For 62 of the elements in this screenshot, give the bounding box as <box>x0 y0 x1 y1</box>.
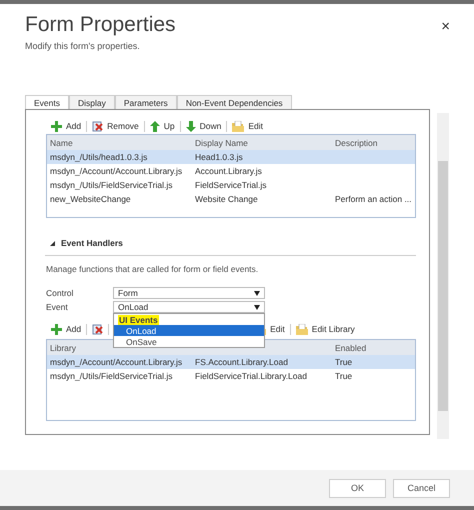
table-cell-text: Perform an action ... <box>334 194 413 204</box>
column-header[interactable]: Description <box>332 138 415 148</box>
table-row[interactable]: msdyn_/Utils/FieldServiceTrial.js FieldServiceTrial.Library.Load True <box>47 369 415 383</box>
table-row[interactable]: new_WebsiteChange Website Change Perform an action ... <box>47 192 415 206</box>
scrollbar[interactable] <box>437 113 449 439</box>
tab[interactable]: Display <box>69 95 115 109</box>
toolbar-button[interactable]: Up <box>144 120 180 132</box>
table-cell-text: msdyn_/Account/Account.Library.js <box>49 357 184 367</box>
column-header[interactable]: Display Name <box>192 138 332 148</box>
caret-icon <box>254 304 260 310</box>
table-row[interactable]: msdyn_/Account/Account.Library.js Account.Library.js <box>47 164 415 178</box>
toolbar-button[interactable]: Remove <box>87 120 144 132</box>
remove-icon <box>92 120 104 132</box>
folder-icon <box>296 324 308 334</box>
table-cell-text: FS.Account.Library.Load <box>194 357 289 367</box>
down-arrow-icon <box>186 120 196 132</box>
field-label: Control <box>46 288 74 298</box>
dropdown-option[interactable]: OnLoad <box>114 325 264 336</box>
section-heading: Event Handlers <box>61 238 123 248</box>
dialog-title: Form Properties <box>25 13 176 37</box>
toolbar-button[interactable]: Add <box>46 120 86 132</box>
dropdown-field[interactable]: OnLoad <box>113 301 265 313</box>
table-cell-text: FieldServiceTrial.Library.Load <box>194 371 308 381</box>
table-cell-text: Website Change <box>194 194 259 204</box>
folder-icon <box>232 120 244 132</box>
table-cell-text: msdyn_/Utils/FieldServiceTrial.js <box>49 180 174 190</box>
table-row[interactable]: msdyn_/Utils/FieldServiceTrial.js FieldServiceTrial.js <box>47 178 415 192</box>
table-cell-text: True <box>334 357 354 367</box>
section-description: Manage functions that are called for form or field events. <box>46 264 260 274</box>
toolbar-button[interactable]: Edit Library <box>290 322 360 336</box>
table-cell-text: FieldServiceTrial.js <box>194 180 268 190</box>
collapse-triangle-icon[interactable] <box>50 240 55 246</box>
plus-icon <box>51 324 62 334</box>
tab[interactable]: Non-Event Dependencies <box>176 95 292 109</box>
table-row[interactable]: msdyn_/Account/Account.Library.js FS.Account.Library.Load True <box>47 355 415 369</box>
field-label: Event <box>46 302 69 312</box>
column-header[interactable]: Name <box>47 138 192 148</box>
toolbar-button[interactable]: Down <box>180 120 226 132</box>
table-cell-text: new_WebsiteChange <box>49 194 132 204</box>
close-button[interactable]: × <box>441 17 450 35</box>
dropdown-field[interactable]: Form <box>113 287 265 299</box>
dropdown-option[interactable]: OnSave <box>114 336 264 347</box>
table-cell-text: msdyn_/Utils/FieldServiceTrial.js <box>49 371 174 381</box>
toolbar-button[interactable]: Edit <box>227 120 268 132</box>
table-cell-text: Account.Library.js <box>194 166 263 176</box>
option-group-label: UI Events <box>118 314 159 324</box>
tab[interactable]: Parameters <box>114 95 177 109</box>
tab[interactable]: Events <box>25 95 69 109</box>
remove-icon <box>92 324 104 334</box>
table-row[interactable]: msdyn_/Utils/head1.0.3.js Head1.0.3.js <box>47 150 415 164</box>
up-arrow-icon <box>150 120 160 132</box>
column-header[interactable]: Enabled <box>332 342 415 352</box>
dialog-button[interactable]: Cancel <box>393 478 450 498</box>
plus-icon <box>51 120 62 132</box>
dialog-subtitle: Modify this form's properties. <box>25 41 141 51</box>
table-cell-text: msdyn_/Utils/head1.0.3.js <box>49 152 148 162</box>
table-cell-text: msdyn_/Account/Account.Library.js <box>49 166 184 176</box>
toolbar-button[interactable]: Add <box>46 322 86 336</box>
table-cell-text: Head1.0.3.js <box>194 152 244 162</box>
caret-icon <box>254 290 260 296</box>
dialog-button[interactable]: OK <box>329 478 386 498</box>
table-cell-text: True <box>334 371 354 381</box>
